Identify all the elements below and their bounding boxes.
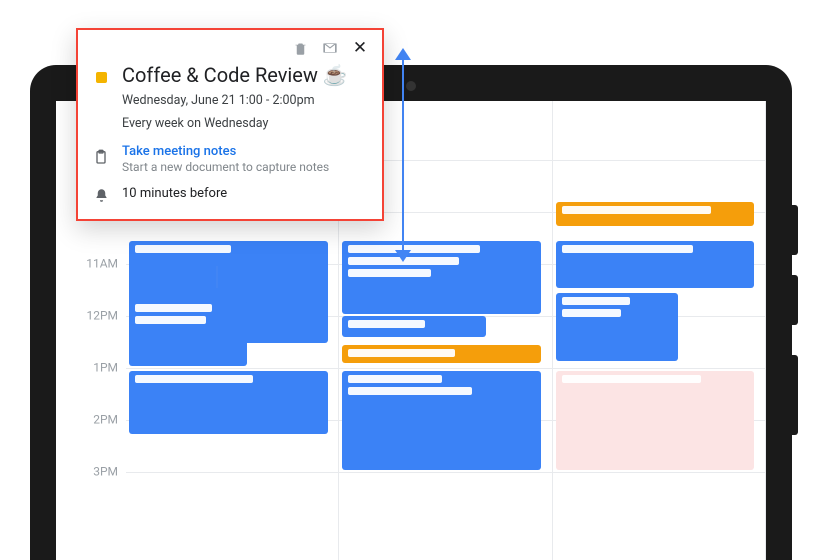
tablet-side-button [792, 205, 798, 255]
calendar-event[interactable] [342, 371, 541, 470]
tablet-side-button [792, 275, 798, 325]
delete-icon[interactable] [292, 40, 308, 56]
calendar-event[interactable] [556, 202, 755, 226]
time-label: 11AM [68, 257, 118, 270]
close-icon[interactable]: ✕ [352, 40, 368, 56]
annotation-tick [216, 266, 218, 288]
event-text-placeholder [562, 297, 630, 305]
calendar-event[interactable] [556, 293, 678, 361]
event-text-placeholder [348, 320, 424, 328]
calendar-event[interactable] [342, 241, 541, 314]
calendar-event[interactable] [342, 316, 485, 337]
event-text-placeholder [135, 304, 212, 312]
time-label: 12PM [68, 309, 118, 322]
event-text-placeholder [348, 349, 454, 357]
calendar-event[interactable] [129, 371, 328, 434]
event-detail-popup: ✕ Coffee & Code Review ☕ Wednesday, June… [76, 28, 384, 221]
event-text-placeholder [348, 269, 431, 277]
event-title: Coffee & Code Review ☕ [122, 62, 348, 88]
time-label: 1PM [68, 361, 118, 374]
reminder-text: 10 minutes before [122, 184, 227, 201]
event-text-placeholder [348, 375, 442, 383]
event-text-placeholder [135, 245, 231, 253]
time-label: 3PM [68, 465, 118, 478]
event-text-placeholder [562, 245, 693, 253]
event-datetime: Wednesday, June 21 1:00 - 2:00pm [122, 92, 348, 111]
event-title-row: Coffee & Code Review ☕ Wednesday, June 2… [92, 62, 368, 134]
event-text-placeholder [135, 316, 206, 324]
take-notes-sub: Start a new document to capture notes [122, 160, 329, 174]
event-recurrence: Every week on Wednesday [122, 115, 348, 134]
time-label: 2PM [68, 413, 118, 426]
event-color-swatch [96, 72, 107, 83]
bell-icon [92, 184, 110, 203]
event-text-placeholder [348, 245, 479, 253]
event-text-placeholder [348, 387, 471, 395]
event-text-placeholder [562, 375, 701, 383]
take-notes-link[interactable]: Take meeting notes [122, 144, 329, 159]
tablet-side-button [792, 355, 798, 435]
resize-arrow-annotation [393, 48, 413, 262]
event-text-placeholder [562, 309, 621, 317]
reminder-row: 10 minutes before [92, 184, 368, 203]
calendar-event[interactable] [556, 241, 755, 288]
calendar-event[interactable] [556, 371, 755, 470]
meeting-notes-row[interactable]: Take meeting notes Start a new document … [92, 144, 368, 174]
calendar-event[interactable] [129, 300, 247, 366]
popup-toolbar: ✕ [92, 40, 368, 56]
clipboard-icon [92, 144, 110, 166]
mail-icon[interactable] [322, 40, 338, 56]
event-text-placeholder [562, 206, 711, 214]
event-text-placeholder [135, 375, 253, 383]
calendar-event[interactable] [342, 345, 541, 364]
